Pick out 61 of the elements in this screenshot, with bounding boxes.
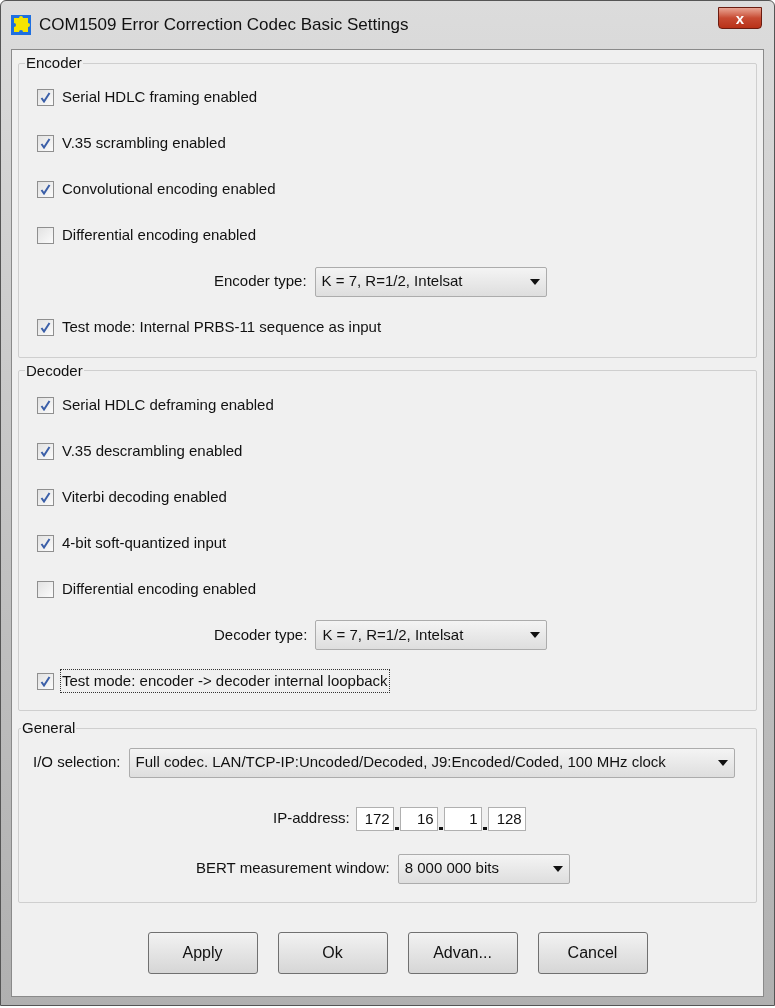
dropdown-arrow-icon [529,278,540,285]
checkbox[interactable] [37,672,54,690]
checkbox[interactable] [37,319,54,336]
checkbox[interactable] [37,396,54,414]
checkbox[interactable] [37,227,54,244]
dot-separator [438,826,443,830]
dropdown[interactable]: K = 7, R=1/2, Intelsat [314,266,547,297]
checkbox[interactable] [37,135,54,152]
dialog-button[interactable]: Ok [277,932,388,975]
dialog-button[interactable]: Apply [147,932,258,975]
ip-octet-field[interactable]: 128 [487,806,526,831]
checkmark-icon [40,675,51,687]
dropdown-arrow-icon [530,632,541,638]
checkbox-label[interactable]: V.35 scrambling enabled [60,131,228,156]
checkmark-icon [40,92,51,103]
ip-octet-field[interactable]: 1 [443,806,482,831]
field-label: Encoder type: [214,271,307,292]
checkbox-label[interactable]: Serial HDLC framing enabled [60,85,260,110]
field-label: IP-address: [273,808,350,829]
checkbox-label[interactable]: Differential encoding enabled [60,576,259,602]
field-label: I/O selection: [33,752,121,773]
checkmark-icon [40,322,51,333]
checkbox[interactable] [37,580,54,598]
checkbox-label[interactable]: Viterbi decoding enabled [60,484,229,510]
checkbox[interactable] [37,442,54,460]
group-title: Encoder [25,53,83,73]
ip-octet-field[interactable]: 172 [355,806,394,831]
group-title: General [21,718,77,738]
dropdown[interactable]: Full codec. LAN/TCP-IP:Uncoded/Decoded, J9:Encoded/Coded, 100 MHz clock [128,747,735,778]
checkbox-label[interactable]: Test mode: Internal PRBS-11 sequence as input [60,315,384,340]
checkbox-label[interactable]: Test mode: encoder -> decoder internal loopback [60,668,390,694]
dialog-button[interactable]: Cancel [537,932,648,975]
dropdown-arrow-icon [552,865,563,872]
checkbox-label[interactable]: V.35 descrambling enabled [60,438,245,464]
dialog-button[interactable]: Advan... [407,932,518,975]
checkmark-icon [40,491,51,503]
checkbox-label[interactable]: Differential encoding enabled [60,223,259,248]
window-title: COM1509 Error Correction Codec Basic Settings [39,14,409,37]
dot-separator [482,826,487,830]
group-title: Decoder [25,360,84,381]
dropdown-arrow-icon [717,759,728,766]
field-label: Decoder type: [214,624,308,645]
checkbox-label[interactable]: Serial HDLC deframing enabled [60,392,276,418]
puzzle-piece-icon [11,15,31,35]
checkmark-icon [40,399,51,411]
checkmark-icon [40,445,51,457]
dropdown[interactable]: K = 7, R=1/2, Intelsat [315,620,548,650]
checkbox-label[interactable]: 4-bit soft-quantized input [60,530,229,556]
checkbox[interactable] [37,89,54,106]
dropdown[interactable]: 8 000 000 bits [397,853,570,884]
dot-separator [394,826,399,830]
field-label: BERT measurement window: [196,858,390,879]
checkmark-icon [40,537,51,549]
checkbox[interactable] [37,181,54,198]
checkbox-label[interactable]: Convolutional encoding enabled [60,177,278,202]
checkmark-icon [40,138,51,149]
checkbox[interactable] [37,534,54,552]
close-button[interactable]: x [718,7,762,29]
checkbox[interactable] [37,488,54,506]
ip-octet-field[interactable]: 16 [399,806,438,831]
checkmark-icon [40,184,51,195]
